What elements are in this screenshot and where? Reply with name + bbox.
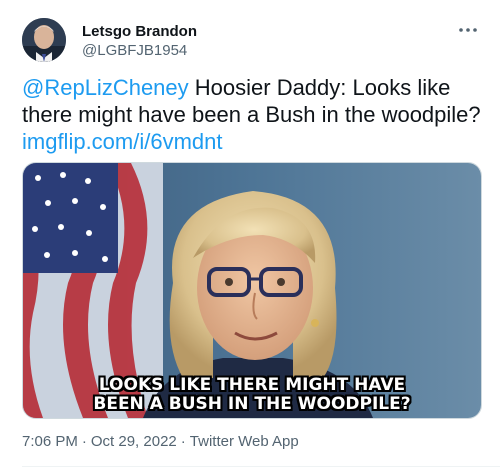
tweet-header: Letsgo Brandon @LGBFJB1954 [22, 16, 482, 64]
tweet-url-link[interactable]: imgflip.com/i/6vmdnt [22, 129, 223, 154]
tweet-source[interactable]: Twitter Web App [190, 433, 299, 450]
user-handle[interactable]: @LGBFJB1954 [82, 41, 197, 60]
avatar-image [22, 18, 66, 62]
meta-separator: · [81, 433, 87, 450]
user-names: Letsgo Brandon @LGBFJB1954 [82, 22, 197, 60]
display-name[interactable]: Letsgo Brandon [82, 22, 197, 41]
mention-link[interactable]: @RepLizCheney [22, 75, 189, 100]
avatar[interactable] [22, 18, 66, 62]
tweet-time[interactable]: 7:06 PM [22, 433, 78, 450]
tweet-date[interactable]: Oct 29, 2022 [91, 433, 177, 450]
tweet-text: @RepLizCheney Hoosier Daddy: Looks like … [22, 74, 482, 155]
meta-separator: · [180, 433, 186, 450]
tweet-media-image[interactable]: Looks like there might have been a Bush … [22, 162, 482, 419]
divider [22, 466, 500, 467]
tweet-card: Letsgo Brandon @LGBFJB1954 @RepLizCheney… [0, 0, 500, 472]
tweet-meta: 7:06 PM · Oct 29, 2022 · Twitter Web App [22, 432, 299, 452]
meme-caption-line1: Looks like there might have [98, 375, 406, 395]
meme-caption-line2: been a Bush in the woodpile? [93, 394, 411, 414]
more-horizontal-icon[interactable] [458, 22, 478, 34]
